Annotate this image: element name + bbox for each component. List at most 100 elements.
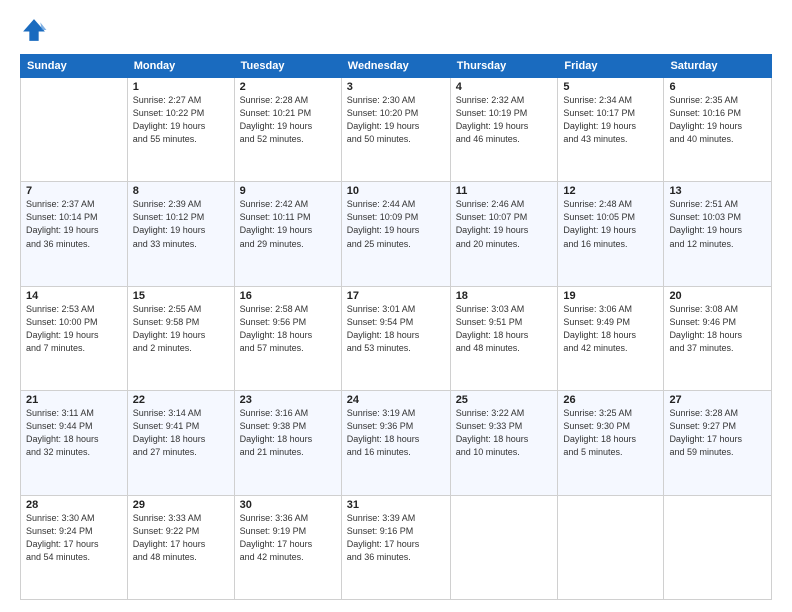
calendar-cell: 16Sunrise: 2:58 AM Sunset: 9:56 PM Dayli… (234, 286, 341, 390)
day-info: Sunrise: 2:42 AM Sunset: 10:11 PM Daylig… (240, 198, 336, 250)
calendar-week-row: 21Sunrise: 3:11 AM Sunset: 9:44 PM Dayli… (21, 391, 772, 495)
calendar-cell: 1Sunrise: 2:27 AM Sunset: 10:22 PM Dayli… (127, 78, 234, 182)
calendar-cell (558, 495, 664, 599)
day-number: 19 (563, 290, 658, 302)
day-info: Sunrise: 2:53 AM Sunset: 10:00 PM Daylig… (26, 303, 122, 355)
day-number: 7 (26, 185, 122, 197)
logo-icon (20, 16, 48, 44)
calendar-cell: 5Sunrise: 2:34 AM Sunset: 10:17 PM Dayli… (558, 78, 664, 182)
day-info: Sunrise: 3:28 AM Sunset: 9:27 PM Dayligh… (669, 407, 766, 459)
day-info: Sunrise: 2:30 AM Sunset: 10:20 PM Daylig… (347, 94, 445, 146)
day-info: Sunrise: 3:03 AM Sunset: 9:51 PM Dayligh… (456, 303, 553, 355)
calendar-cell: 30Sunrise: 3:36 AM Sunset: 9:19 PM Dayli… (234, 495, 341, 599)
day-info: Sunrise: 3:11 AM Sunset: 9:44 PM Dayligh… (26, 407, 122, 459)
calendar-cell: 26Sunrise: 3:25 AM Sunset: 9:30 PM Dayli… (558, 391, 664, 495)
calendar-cell: 17Sunrise: 3:01 AM Sunset: 9:54 PM Dayli… (341, 286, 450, 390)
day-number: 24 (347, 394, 445, 406)
calendar-cell: 6Sunrise: 2:35 AM Sunset: 10:16 PM Dayli… (664, 78, 772, 182)
calendar-header-row: SundayMondayTuesdayWednesdayThursdayFrid… (21, 55, 772, 78)
day-info: Sunrise: 3:01 AM Sunset: 9:54 PM Dayligh… (347, 303, 445, 355)
calendar-cell: 27Sunrise: 3:28 AM Sunset: 9:27 PM Dayli… (664, 391, 772, 495)
day-info: Sunrise: 3:06 AM Sunset: 9:49 PM Dayligh… (563, 303, 658, 355)
day-info: Sunrise: 2:27 AM Sunset: 10:22 PM Daylig… (133, 94, 229, 146)
calendar-cell: 8Sunrise: 2:39 AM Sunset: 10:12 PM Dayli… (127, 182, 234, 286)
day-info: Sunrise: 2:34 AM Sunset: 10:17 PM Daylig… (563, 94, 658, 146)
day-info: Sunrise: 3:36 AM Sunset: 9:19 PM Dayligh… (240, 512, 336, 564)
calendar-cell: 9Sunrise: 2:42 AM Sunset: 10:11 PM Dayli… (234, 182, 341, 286)
calendar-header-monday: Monday (127, 55, 234, 78)
calendar-cell: 14Sunrise: 2:53 AM Sunset: 10:00 PM Dayl… (21, 286, 128, 390)
day-number: 6 (669, 81, 766, 93)
calendar-header-sunday: Sunday (21, 55, 128, 78)
day-number: 2 (240, 81, 336, 93)
day-info: Sunrise: 2:51 AM Sunset: 10:03 PM Daylig… (669, 198, 766, 250)
calendar-cell: 11Sunrise: 2:46 AM Sunset: 10:07 PM Dayl… (450, 182, 558, 286)
day-number: 26 (563, 394, 658, 406)
calendar-week-row: 1Sunrise: 2:27 AM Sunset: 10:22 PM Dayli… (21, 78, 772, 182)
calendar-cell: 23Sunrise: 3:16 AM Sunset: 9:38 PM Dayli… (234, 391, 341, 495)
day-number: 17 (347, 290, 445, 302)
calendar-cell: 12Sunrise: 2:48 AM Sunset: 10:05 PM Dayl… (558, 182, 664, 286)
calendar-cell: 19Sunrise: 3:06 AM Sunset: 9:49 PM Dayli… (558, 286, 664, 390)
day-number: 14 (26, 290, 122, 302)
calendar-cell: 13Sunrise: 2:51 AM Sunset: 10:03 PM Dayl… (664, 182, 772, 286)
day-number: 15 (133, 290, 229, 302)
calendar-cell (450, 495, 558, 599)
day-info: Sunrise: 3:14 AM Sunset: 9:41 PM Dayligh… (133, 407, 229, 459)
day-number: 8 (133, 185, 229, 197)
day-info: Sunrise: 3:19 AM Sunset: 9:36 PM Dayligh… (347, 407, 445, 459)
calendar-cell: 31Sunrise: 3:39 AM Sunset: 9:16 PM Dayli… (341, 495, 450, 599)
calendar-cell: 22Sunrise: 3:14 AM Sunset: 9:41 PM Dayli… (127, 391, 234, 495)
day-number: 30 (240, 499, 336, 511)
day-number: 21 (26, 394, 122, 406)
calendar-cell: 2Sunrise: 2:28 AM Sunset: 10:21 PM Dayli… (234, 78, 341, 182)
calendar-cell: 29Sunrise: 3:33 AM Sunset: 9:22 PM Dayli… (127, 495, 234, 599)
day-number: 1 (133, 81, 229, 93)
day-number: 23 (240, 394, 336, 406)
day-number: 10 (347, 185, 445, 197)
day-number: 16 (240, 290, 336, 302)
day-number: 22 (133, 394, 229, 406)
calendar-cell: 25Sunrise: 3:22 AM Sunset: 9:33 PM Dayli… (450, 391, 558, 495)
calendar-header-friday: Friday (558, 55, 664, 78)
day-number: 18 (456, 290, 553, 302)
calendar-cell (21, 78, 128, 182)
day-number: 9 (240, 185, 336, 197)
day-info: Sunrise: 2:32 AM Sunset: 10:19 PM Daylig… (456, 94, 553, 146)
day-number: 31 (347, 499, 445, 511)
day-info: Sunrise: 2:58 AM Sunset: 9:56 PM Dayligh… (240, 303, 336, 355)
day-info: Sunrise: 2:28 AM Sunset: 10:21 PM Daylig… (240, 94, 336, 146)
day-number: 4 (456, 81, 553, 93)
calendar-cell: 3Sunrise: 2:30 AM Sunset: 10:20 PM Dayli… (341, 78, 450, 182)
page: SundayMondayTuesdayWednesdayThursdayFrid… (0, 0, 792, 612)
day-info: Sunrise: 2:55 AM Sunset: 9:58 PM Dayligh… (133, 303, 229, 355)
day-number: 25 (456, 394, 553, 406)
day-number: 29 (133, 499, 229, 511)
day-number: 20 (669, 290, 766, 302)
header (20, 16, 772, 44)
day-info: Sunrise: 3:33 AM Sunset: 9:22 PM Dayligh… (133, 512, 229, 564)
day-info: Sunrise: 2:46 AM Sunset: 10:07 PM Daylig… (456, 198, 553, 250)
calendar-header-wednesday: Wednesday (341, 55, 450, 78)
day-info: Sunrise: 3:30 AM Sunset: 9:24 PM Dayligh… (26, 512, 122, 564)
day-info: Sunrise: 3:39 AM Sunset: 9:16 PM Dayligh… (347, 512, 445, 564)
day-number: 3 (347, 81, 445, 93)
day-info: Sunrise: 3:16 AM Sunset: 9:38 PM Dayligh… (240, 407, 336, 459)
calendar-table: SundayMondayTuesdayWednesdayThursdayFrid… (20, 54, 772, 600)
calendar-cell: 20Sunrise: 3:08 AM Sunset: 9:46 PM Dayli… (664, 286, 772, 390)
day-number: 13 (669, 185, 766, 197)
day-info: Sunrise: 2:37 AM Sunset: 10:14 PM Daylig… (26, 198, 122, 250)
calendar-week-row: 28Sunrise: 3:30 AM Sunset: 9:24 PM Dayli… (21, 495, 772, 599)
day-number: 28 (26, 499, 122, 511)
day-info: Sunrise: 2:35 AM Sunset: 10:16 PM Daylig… (669, 94, 766, 146)
calendar-cell: 18Sunrise: 3:03 AM Sunset: 9:51 PM Dayli… (450, 286, 558, 390)
day-info: Sunrise: 2:48 AM Sunset: 10:05 PM Daylig… (563, 198, 658, 250)
day-info: Sunrise: 3:08 AM Sunset: 9:46 PM Dayligh… (669, 303, 766, 355)
calendar-header-saturday: Saturday (664, 55, 772, 78)
day-info: Sunrise: 3:25 AM Sunset: 9:30 PM Dayligh… (563, 407, 658, 459)
day-info: Sunrise: 2:44 AM Sunset: 10:09 PM Daylig… (347, 198, 445, 250)
day-info: Sunrise: 2:39 AM Sunset: 10:12 PM Daylig… (133, 198, 229, 250)
calendar-cell: 7Sunrise: 2:37 AM Sunset: 10:14 PM Dayli… (21, 182, 128, 286)
calendar-cell: 10Sunrise: 2:44 AM Sunset: 10:09 PM Dayl… (341, 182, 450, 286)
calendar-header-thursday: Thursday (450, 55, 558, 78)
